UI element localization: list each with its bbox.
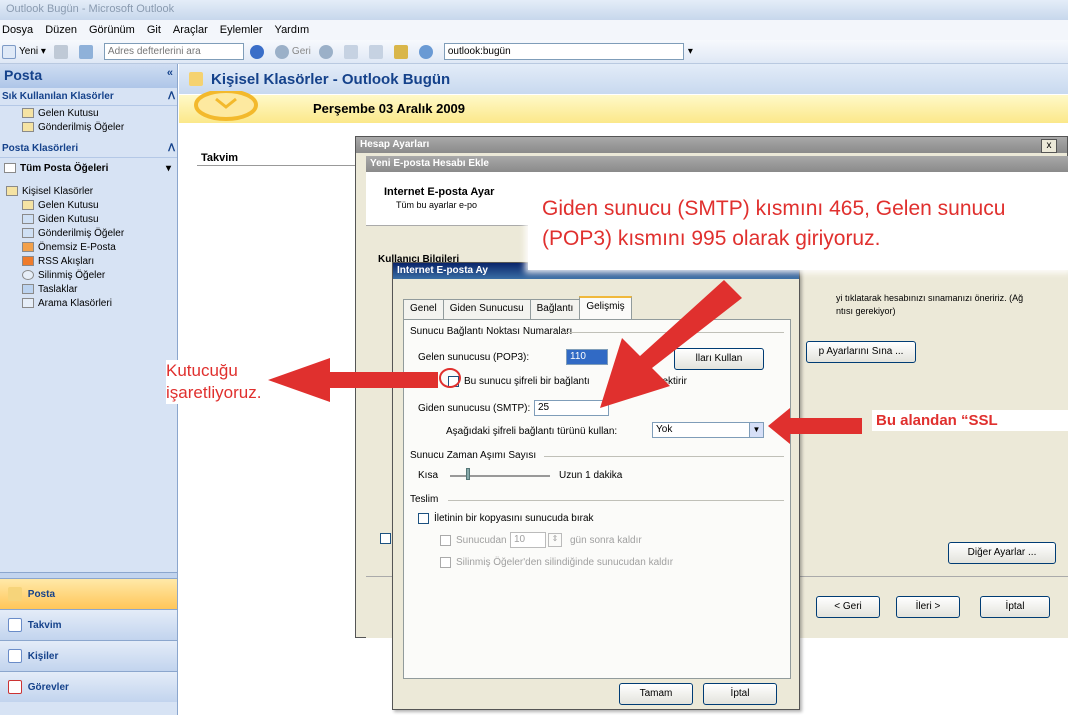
left-arrow-icon-2 bbox=[768, 408, 862, 444]
down-left-arrow-icon bbox=[600, 280, 742, 408]
annotation-arrows bbox=[268, 280, 862, 444]
highlight-circle bbox=[439, 368, 461, 388]
left-arrow-icon bbox=[268, 358, 438, 402]
